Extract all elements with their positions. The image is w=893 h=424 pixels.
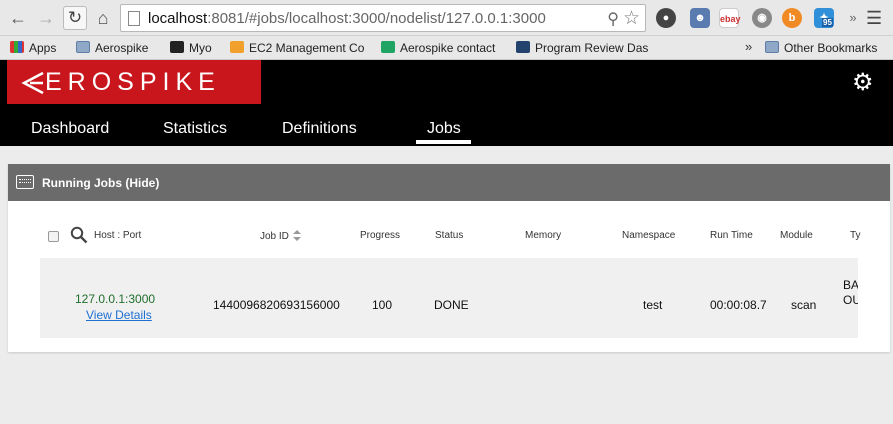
forward-arrow-icon[interactable]: → [36,8,56,28]
cell-type: BA OU [843,278,858,307]
person-extension-icon[interactable]: ☻ [690,8,710,28]
column-header-memory[interactable]: Memory [525,230,561,241]
cell-progress: 100 [372,298,393,312]
browser-menu-icon[interactable]: ☰ [866,8,882,29]
bookmark-aerospike-contact[interactable]: Aerospike contact [381,39,507,57]
aerospike-logo[interactable]: EROSPIKE [7,60,261,104]
column-header-type[interactable]: Ty [850,230,861,241]
bookmark-label: Aerospike [95,41,149,55]
sort-icon[interactable] [292,230,301,241]
url-text[interactable]: localhost:8081/#jobs/localhost:3000/node… [148,10,546,27]
browser-toolbar: ← → ↻ ⌂ localhost:8081/#jobs/localhost:3… [0,0,893,36]
column-header-module[interactable]: Module [780,230,813,241]
reload-icon[interactable]: ↻ [63,6,87,30]
film-extension-icon[interactable]: ◉ [752,8,772,28]
running-jobs-panel: Running Jobs (Hide) Host : Port Job ID P… [8,164,890,352]
folder-icon [76,41,90,53]
back-arrow-icon[interactable]: ← [8,8,28,28]
tab-definitions[interactable]: Definitions [282,120,357,138]
bookmark-myo[interactable]: Myo [170,39,226,57]
column-header-status[interactable]: Status [435,230,463,241]
active-tab-indicator [416,140,471,144]
b-extension-icon[interactable]: b [782,8,802,28]
tab-jobs[interactable]: Jobs [427,120,461,138]
bookmarks-bar: Apps Aerospike Myo EC2 Management Co Aer… [0,36,893,60]
twitter-badge: 95 [822,18,833,27]
column-header-progress[interactable]: Progress [360,230,400,241]
column-header-job-id[interactable]: Job ID [260,230,301,242]
url-path: :8081/#jobs/localhost:3000/nodelist/127.… [207,10,546,27]
extensions-overflow-icon[interactable]: » [843,8,863,28]
search-icon[interactable] [70,226,88,244]
bookmarks-overflow-button[interactable]: » [745,39,752,54]
cell-status: DONE [434,298,469,312]
bookmark-program-review[interactable]: Program Review Das [516,39,662,57]
column-header-host-port[interactable]: Host : Port [94,230,141,241]
bookmark-aerospike[interactable]: Aerospike [76,39,162,57]
view-details-link[interactable]: View Details [86,308,152,322]
myo-icon [170,41,184,53]
column-header-label: Job ID [260,231,289,242]
address-bar[interactable]: localhost:8081/#jobs/localhost:3000/node… [120,4,646,32]
bookmark-label: Myo [189,41,212,55]
panel-title[interactable]: Running Jobs (Hide) [42,176,159,190]
home-icon[interactable]: ⌂ [93,8,113,28]
cell-namespace: test [643,298,663,312]
bookmark-label: EC2 Management Co [249,41,365,55]
zoom-icon[interactable]: ⚲ [607,9,619,29]
page-icon [128,11,140,26]
bookmark-apps[interactable]: Apps [10,39,66,57]
apps-grid-icon [10,41,24,53]
ebay-extension-icon[interactable]: ebay [719,8,741,28]
bookmark-label: Program Review Das [535,41,649,55]
keyboard-icon [16,175,34,189]
panel-header[interactable]: Running Jobs (Hide) [8,164,890,201]
bookmark-label: Aerospike contact [400,41,496,55]
bookmark-star-icon[interactable]: ☆ [623,7,640,30]
select-all-checkbox[interactable] [48,231,59,242]
column-header-run-time[interactable]: Run Time [710,230,753,241]
table-row[interactable]: 127.0.0.1:3000 View Details 144009682069… [40,258,858,338]
twitter-extension-icon[interactable]: ✦95 [814,8,834,28]
tab-dashboard[interactable]: Dashboard [31,120,109,138]
cell-module: scan [791,298,817,312]
bookmark-label: Other Bookmarks [784,41,878,55]
cell-run-time: 00:00:08.7 [710,298,767,312]
logo-text: EROSPIKE [45,68,221,96]
app-header: EROSPIKE ⚙ Dashboard Statistics Definiti… [0,60,893,146]
url-host: localhost [148,10,208,27]
tools-icon [516,41,530,53]
sheets-icon [381,41,395,53]
evernote-extension-icon[interactable]: ● [656,8,676,28]
logo-chevron-icon [21,71,44,95]
bookmark-label: Apps [29,41,57,55]
bookmark-other[interactable]: Other Bookmarks [765,39,891,57]
cell-host: 127.0.0.1:3000 [75,292,156,306]
cell-job-id: 1440096820693156000 [213,298,340,312]
folder-icon [765,41,779,53]
column-header-namespace[interactable]: Namespace [622,230,675,241]
bookmark-ec2[interactable]: EC2 Management Co [230,39,368,57]
tab-statistics[interactable]: Statistics [163,120,227,138]
ec2-cube-icon [230,41,244,53]
gear-icon[interactable]: ⚙ [852,68,874,97]
